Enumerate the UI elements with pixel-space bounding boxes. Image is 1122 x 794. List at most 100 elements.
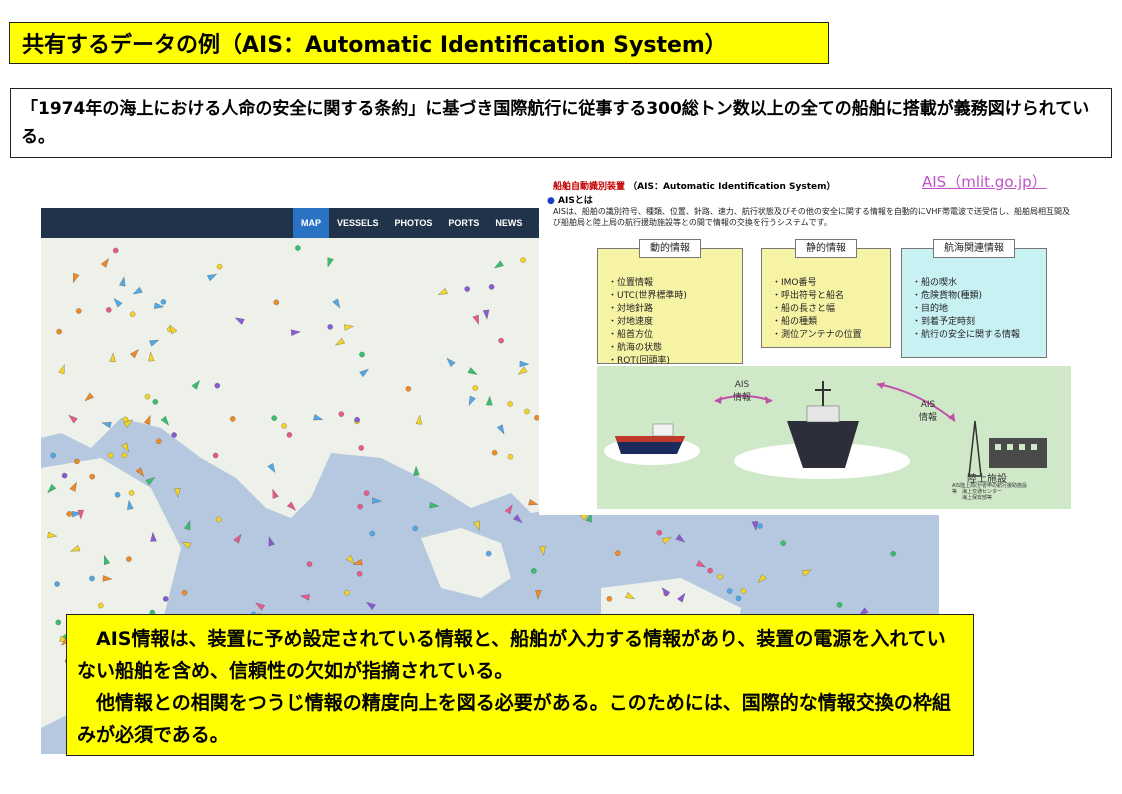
vessel-marker[interactable] bbox=[233, 532, 244, 544]
vessel-marker[interactable] bbox=[801, 567, 813, 577]
vessel-marker[interactable] bbox=[126, 556, 132, 562]
vessel-marker[interactable] bbox=[405, 386, 412, 392]
vessel-marker[interactable] bbox=[306, 561, 313, 567]
vessel-marker[interactable] bbox=[144, 393, 151, 400]
vessel-marker[interactable] bbox=[507, 453, 514, 460]
vessel-marker[interactable] bbox=[473, 520, 483, 532]
vessel-marker[interactable] bbox=[359, 351, 365, 358]
vessel-marker[interactable] bbox=[757, 523, 763, 529]
vessel-marker[interactable] bbox=[112, 247, 119, 254]
vessel-marker[interactable] bbox=[520, 257, 526, 263]
vessel-marker[interactable] bbox=[726, 588, 733, 594]
nav-tab-map[interactable]: MAP bbox=[293, 208, 329, 238]
vessel-marker[interactable] bbox=[295, 245, 301, 251]
vessel-marker[interactable] bbox=[89, 575, 95, 582]
vessel-marker[interactable] bbox=[162, 596, 169, 602]
vessel-marker[interactable] bbox=[184, 520, 192, 531]
vessel-marker[interactable] bbox=[286, 432, 293, 438]
vessel-marker[interactable] bbox=[50, 452, 56, 459]
vessel-marker[interactable] bbox=[180, 539, 192, 549]
vessel-marker[interactable] bbox=[212, 452, 219, 459]
vessel-marker[interactable] bbox=[531, 568, 537, 574]
vessel-marker[interactable] bbox=[890, 550, 896, 557]
vessel-marker[interactable] bbox=[524, 408, 530, 415]
vessel-marker[interactable] bbox=[216, 263, 223, 270]
vessel-marker[interactable] bbox=[271, 415, 277, 421]
vessel-marker[interactable] bbox=[365, 600, 376, 610]
vessel-marker[interactable] bbox=[89, 473, 95, 480]
vessel-marker[interactable] bbox=[106, 307, 112, 313]
vessel-marker[interactable] bbox=[488, 284, 495, 290]
vessel-marker[interactable] bbox=[128, 490, 135, 496]
vessel-marker[interactable] bbox=[707, 567, 713, 574]
vessel-marker[interactable] bbox=[357, 503, 363, 510]
vessel-marker[interactable] bbox=[615, 550, 621, 556]
vessel-marker[interactable] bbox=[98, 602, 104, 609]
vessel-marker[interactable] bbox=[606, 596, 613, 602]
vessel-marker[interactable] bbox=[145, 475, 157, 486]
vessel-marker[interactable] bbox=[412, 525, 419, 532]
vessel-marker[interactable] bbox=[504, 503, 515, 515]
nav-tab-news[interactable]: NEWS bbox=[487, 208, 530, 238]
vessel-marker[interactable] bbox=[507, 401, 513, 407]
vessel-marker[interactable] bbox=[363, 490, 370, 496]
vessel-marker[interactable] bbox=[160, 299, 167, 305]
vessel-marker[interactable] bbox=[254, 600, 266, 611]
vessel-marker[interactable] bbox=[107, 452, 114, 459]
vessel-marker[interactable] bbox=[780, 540, 786, 546]
vessel-marker[interactable] bbox=[472, 385, 479, 391]
vessel-marker[interactable] bbox=[66, 511, 73, 517]
vessel-marker[interactable] bbox=[327, 324, 333, 330]
vessel-marker[interactable] bbox=[372, 497, 382, 504]
vessel-marker[interactable] bbox=[485, 550, 492, 557]
vessel-marker[interactable] bbox=[429, 501, 440, 509]
vessel-marker[interactable] bbox=[214, 382, 221, 389]
vessel-marker[interactable] bbox=[344, 589, 350, 596]
vessel-marker[interactable] bbox=[174, 488, 181, 498]
vessel-marker[interactable] bbox=[735, 595, 742, 602]
vessel-marker[interactable] bbox=[656, 529, 663, 536]
vessel-marker[interactable] bbox=[152, 399, 159, 405]
vessel-marker[interactable] bbox=[675, 534, 687, 544]
vessel-marker[interactable] bbox=[836, 602, 843, 608]
vessel-marker[interactable] bbox=[156, 438, 162, 444]
vessel-marker[interactable] bbox=[215, 516, 222, 523]
vessel-marker[interactable] bbox=[54, 581, 60, 587]
vessel-marker[interactable] bbox=[661, 535, 673, 545]
vessel-marker[interactable] bbox=[114, 492, 121, 498]
nav-tab-vessels[interactable]: VESSELS bbox=[329, 208, 387, 238]
vessel-marker[interactable] bbox=[513, 514, 524, 525]
vessel-marker[interactable] bbox=[56, 328, 62, 335]
ais-source-link[interactable]: AIS（mlit.go.jp） bbox=[922, 171, 1047, 192]
vessel-marker[interactable] bbox=[491, 449, 498, 456]
vessel-marker[interactable] bbox=[273, 299, 280, 306]
vessel-marker[interactable] bbox=[498, 337, 504, 344]
vessel-marker[interactable] bbox=[61, 472, 68, 479]
vessel-marker[interactable] bbox=[356, 571, 363, 577]
vessel-marker[interactable] bbox=[299, 593, 310, 601]
vessel-marker[interactable] bbox=[358, 445, 364, 451]
vessel-marker[interactable] bbox=[122, 416, 129, 423]
vessel-marker[interactable] bbox=[129, 311, 136, 317]
vessel-marker[interactable] bbox=[76, 308, 82, 314]
vessel-marker[interactable] bbox=[696, 560, 707, 569]
vessel-marker[interactable] bbox=[135, 467, 146, 479]
vessel-marker[interactable] bbox=[74, 458, 80, 465]
vessel-marker[interactable] bbox=[281, 423, 287, 429]
nav-tab-photos[interactable]: PHOTOS bbox=[387, 208, 441, 238]
vessel-marker[interactable] bbox=[229, 416, 236, 422]
nav-tab-ports[interactable]: PORTS bbox=[440, 208, 487, 238]
vessel-marker[interactable] bbox=[539, 545, 546, 556]
vessel-marker[interactable] bbox=[717, 574, 723, 580]
vessel-marker[interactable] bbox=[338, 411, 345, 417]
vessel-marker[interactable] bbox=[266, 536, 275, 547]
vessel-marker[interactable] bbox=[740, 588, 747, 594]
vessel-marker[interactable] bbox=[535, 589, 542, 600]
vessel-marker[interactable] bbox=[121, 452, 128, 458]
vessel-marker[interactable] bbox=[369, 530, 376, 537]
vessel-marker[interactable] bbox=[55, 619, 62, 626]
vessel-marker[interactable] bbox=[121, 442, 131, 454]
vessel-marker[interactable] bbox=[464, 286, 470, 292]
vessel-marker[interactable] bbox=[756, 573, 767, 585]
vessel-marker[interactable] bbox=[171, 432, 177, 438]
